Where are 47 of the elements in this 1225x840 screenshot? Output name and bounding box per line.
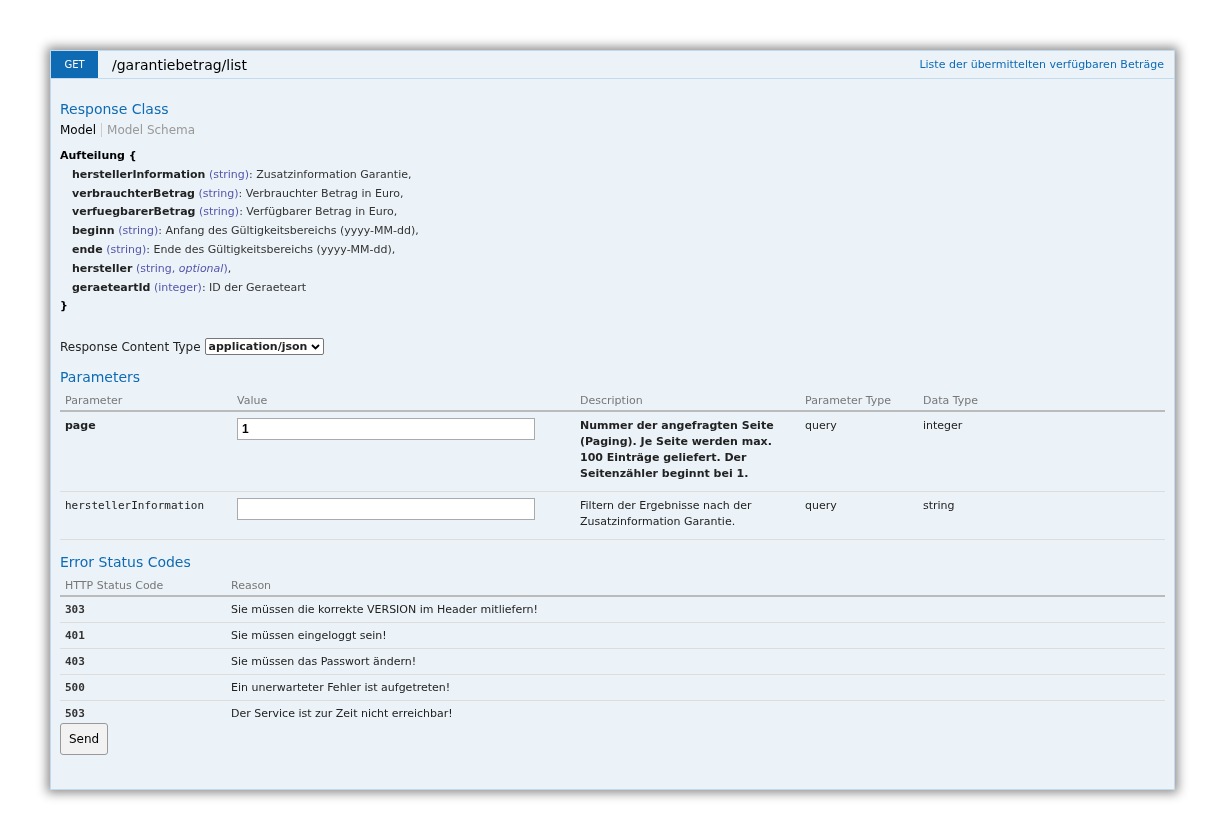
status-reason: Sie müssen die korrekte VERSION im Header mitliefern! bbox=[231, 603, 538, 617]
closing-brace: } bbox=[60, 298, 69, 315]
section-heading: Parameters bbox=[60, 369, 142, 386]
model-property: beginn (string): Anfang des Gültigkeitsbereichs (yyyy-MM-dd), bbox=[71, 223, 420, 240]
column-header: Description bbox=[580, 394, 643, 408]
section-heading: Response Class bbox=[60, 101, 170, 117]
status-code: 500 bbox=[65, 681, 85, 695]
column-header: Parameter bbox=[65, 394, 123, 408]
status-code: 303 bbox=[65, 603, 85, 617]
status-code: 503 bbox=[65, 707, 85, 721]
column-header: Parameter Type bbox=[805, 394, 891, 408]
status-code: 403 bbox=[65, 655, 85, 669]
model-property: hersteller (string, optional), bbox=[71, 260, 233, 277]
column-header: Value bbox=[237, 394, 268, 408]
model-property: herstellerInformation (string): Zusatzinformation Garantie, bbox=[71, 166, 413, 183]
column-header: Reason bbox=[231, 579, 272, 593]
parameter-type: query bbox=[805, 419, 837, 433]
method-badge[interactable]: GET bbox=[51, 51, 98, 78]
status-reason: Sie müssen eingeloggt sein! bbox=[231, 629, 387, 643]
parameter-description: Nummer der angefragten Seite (Paging). Je Seite werden max. 100 Einträge geliefert. Der Seitenzähler beginnt bei 1. bbox=[580, 418, 775, 483]
section-heading: Error Status Codes bbox=[60, 554, 192, 571]
status-reason: Ein unerwarteter Fehler ist aufgetreten! bbox=[231, 681, 451, 695]
content-type-label: Response Content Type bbox=[60, 339, 201, 354]
data-type: string bbox=[923, 499, 955, 513]
endpoint-summary[interactable]: Liste der übermittelten verfügbaren Beträge bbox=[919, 58, 1164, 71]
model-property: verfuegbarerBetrag (string): Verfügbarer Betrag in Euro, bbox=[71, 204, 399, 221]
chevron-down-icon bbox=[311, 343, 321, 350]
parameter-name: page bbox=[65, 419, 96, 433]
model-property: geraeteartId (integer): ID der Geraeteart bbox=[71, 279, 308, 296]
model-name: Aufteilung { bbox=[60, 148, 138, 164]
endpoint-path[interactable]: /garantiebetrag/list bbox=[112, 56, 247, 73]
parameter-value-field[interactable]: 1 bbox=[237, 418, 535, 441]
model-property: ende (string): Ende des Gültigkeitsbereichs (yyyy-MM-dd), bbox=[71, 242, 397, 258]
parameter-value-field[interactable] bbox=[237, 498, 535, 521]
column-header: Data Type bbox=[923, 394, 979, 408]
parameter-name: herstellerInformation bbox=[65, 499, 205, 513]
model-tab[interactable]: Model bbox=[60, 123, 102, 137]
status-code: 401 bbox=[65, 629, 85, 643]
data-type: integer bbox=[923, 419, 963, 433]
parameter-description: Filtern der Ergebnisse nach der Zusatzinformation Garantie. bbox=[580, 498, 753, 531]
status-reason: Der Service ist zur Zeit nicht erreichbar! bbox=[231, 707, 453, 721]
column-header: HTTP Status Code bbox=[65, 579, 164, 593]
model-property: verbrauchterBetrag (string): Verbrauchter Betrag in Euro, bbox=[71, 185, 405, 202]
send-button[interactable]: Send bbox=[60, 723, 109, 756]
parameter-type: query bbox=[805, 499, 837, 513]
content-type-select[interactable]: application/json bbox=[204, 338, 325, 356]
status-reason: Sie müssen das Passwort ändern! bbox=[231, 655, 417, 669]
